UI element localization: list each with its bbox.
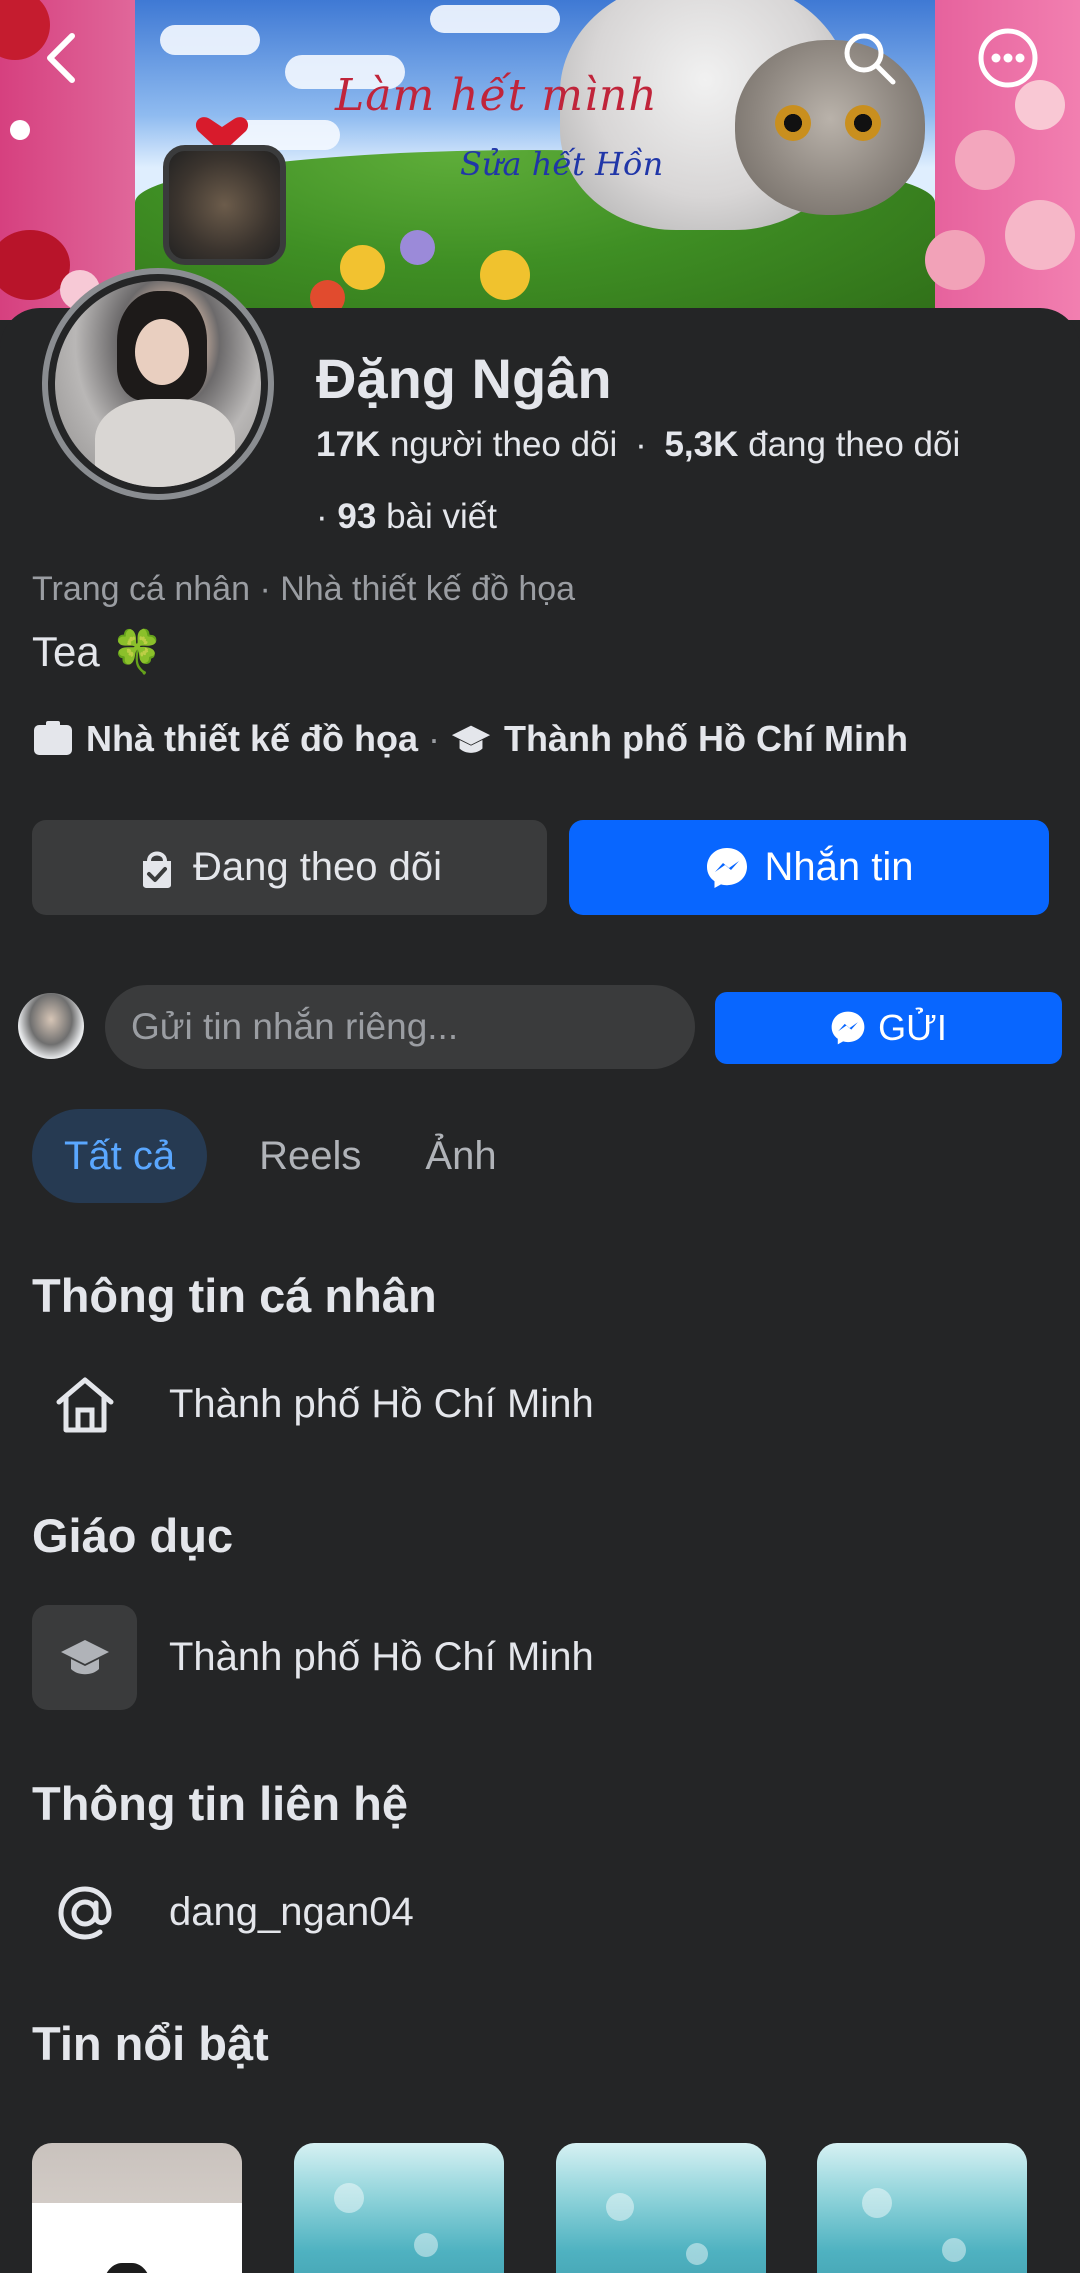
profile-name: Đặng Ngân [316, 347, 612, 410]
section-title-highlights: Tin nổi bật [32, 2017, 269, 2070]
highlight-story[interactable] [294, 2143, 504, 2273]
send-button[interactable]: GỬI [715, 992, 1062, 1064]
cover-subtitle-text: Sửa hết Hồn [460, 145, 664, 183]
cover-title-text: Làm hết mình [335, 70, 658, 121]
back-button[interactable] [26, 22, 98, 94]
highlight-story[interactable] [817, 2143, 1027, 2273]
posts-count: · 93 bài viết [316, 497, 497, 536]
tab-all[interactable]: Tất cả [32, 1109, 208, 1203]
following-link[interactable]: 5,3K đang theo dõi [664, 425, 960, 464]
contact-handle: dang_ngan04 [169, 1890, 414, 1934]
detail-work: Nhà thiết kế đồ họa [86, 718, 419, 759]
section-title-personal-info: Thông tin cá nhân [32, 1269, 437, 1322]
school-text: Thành phố Hồ Chí Minh [169, 1635, 594, 1679]
contact-row[interactable]: dang_ngan04 [32, 1860, 414, 1965]
graduation-cap-icon [32, 1605, 137, 1710]
section-title-education: Giáo dục [32, 1509, 234, 1562]
profile-tabs: Tất cả Reels Ảnh [32, 1109, 529, 1203]
private-message-input[interactable]: Gửi tin nhắn riêng... [105, 985, 695, 1069]
following-button[interactable]: Đang theo dõi [32, 820, 547, 915]
tab-reels[interactable]: Reels [227, 1109, 393, 1203]
more-icon [978, 28, 1038, 88]
briefcase-icon [32, 720, 74, 758]
profile-stats: 17K người theo dõi · 5,3K đang theo dõi [316, 425, 961, 464]
followers-link[interactable]: 17K người theo dõi [316, 425, 617, 464]
message-button[interactable]: Nhắn tin [569, 820, 1049, 915]
chevron-left-icon [47, 33, 75, 83]
at-sign-icon [32, 1860, 137, 1965]
more-button[interactable] [972, 22, 1044, 94]
graduation-cap-icon [450, 720, 492, 758]
following-label: Đang theo dõi [192, 845, 443, 889]
personal-info-location-row: Thành phố Hồ Chí Minh [32, 1352, 594, 1457]
detail-school: Thành phố Hồ Chí Minh [504, 718, 908, 759]
profile-avatar[interactable] [42, 268, 274, 500]
location-text: Thành phố Hồ Chí Minh [169, 1382, 594, 1426]
tab-photos[interactable]: Ảnh [393, 1109, 528, 1203]
highlight-story[interactable] [556, 2143, 766, 2273]
message-label: Nhắn tin [764, 845, 914, 889]
search-icon [844, 33, 896, 85]
messenger-icon [706, 847, 747, 888]
search-button[interactable] [833, 22, 905, 94]
profile-category: Trang cá nhân · Nhà thiết kế đồ họa [32, 570, 576, 608]
highlight-story[interactable] [32, 2143, 242, 2273]
home-icon [32, 1352, 137, 1457]
section-title-contact: Thông tin liên hệ [32, 1777, 408, 1830]
education-row[interactable]: Thành phố Hồ Chí Minh [32, 1605, 594, 1710]
send-label: GỬI [878, 1007, 947, 1048]
my-avatar [18, 993, 84, 1059]
following-check-icon [142, 851, 171, 888]
cover-cat-photo [163, 145, 286, 265]
messenger-icon [831, 1011, 865, 1045]
profile-bio: Tea 🍀 [32, 628, 164, 675]
profile-details: Nhà thiết kế đồ họa · Thành phố Hồ Chí M… [32, 718, 908, 760]
